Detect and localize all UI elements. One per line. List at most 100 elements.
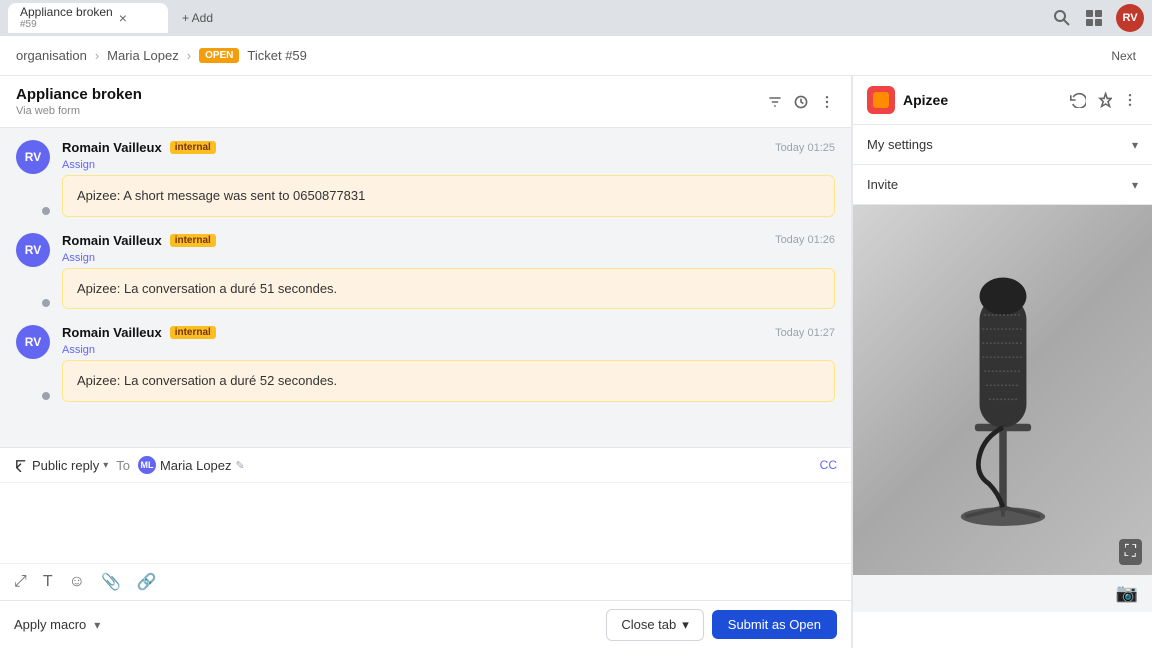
tab-close-button[interactable]: × bbox=[119, 11, 127, 25]
link-icon[interactable]: 🔗 bbox=[137, 572, 157, 592]
internal-badge: internal bbox=[170, 234, 216, 247]
reply-body-input[interactable] bbox=[0, 483, 851, 563]
close-tab-button[interactable]: Close tab ▾ bbox=[606, 609, 703, 641]
right-panel-content: My settings ▾ Invite ▾ bbox=[853, 125, 1152, 648]
chevron-down-icon: ▾ bbox=[94, 618, 100, 632]
apizee-logo bbox=[867, 86, 895, 114]
breadcrumb-ticket[interactable]: Ticket #59 bbox=[247, 48, 307, 63]
recipient-name: Maria Lopez bbox=[160, 458, 232, 473]
panel-icons bbox=[1070, 92, 1138, 108]
more-options-icon[interactable] bbox=[1122, 92, 1138, 108]
user-avatar[interactable]: RV bbox=[1116, 4, 1144, 32]
chevron-down-icon: ▾ bbox=[1132, 138, 1138, 152]
assign-link[interactable]: Assign bbox=[62, 252, 835, 264]
breadcrumb-sep2: › bbox=[187, 48, 191, 63]
top-right-icons: RV bbox=[1052, 4, 1144, 32]
reply-toolbar: ⤢ T ☺ 📎 🔗 bbox=[0, 563, 851, 600]
internal-badge: internal bbox=[170, 326, 216, 339]
message-group: RV Romain Vailleux internal Today 01:26 … bbox=[16, 233, 835, 310]
ticket-title: Appliance broken bbox=[16, 86, 767, 103]
avatar-status bbox=[40, 390, 52, 402]
ticket-title-block: Appliance broken Via web form bbox=[16, 86, 767, 117]
avatar-status bbox=[40, 205, 52, 217]
message-meta: Romain Vailleux internal Today 01:26 bbox=[62, 233, 835, 248]
ticket-header: Appliance broken Via web form bbox=[0, 76, 851, 128]
message-group: RV Romain Vailleux internal Today 01:27 … bbox=[16, 325, 835, 402]
message-author: Romain Vailleux bbox=[62, 325, 162, 340]
right-panel-header: Apizee bbox=[853, 76, 1152, 125]
add-tab-button[interactable]: + Add bbox=[172, 11, 223, 25]
invite-header[interactable]: Invite ▾ bbox=[853, 165, 1152, 204]
message-bubble: Apizee: La conversation a duré 52 second… bbox=[62, 360, 835, 402]
assign-link[interactable]: Assign bbox=[62, 344, 835, 356]
reply-header: Public reply ▾ To ML Maria Lopez ✎ CC bbox=[0, 448, 851, 483]
edit-recipient-icon[interactable]: ✎ bbox=[236, 459, 245, 472]
panel-title: Apizee bbox=[903, 92, 948, 108]
accordion-invite: Invite ▾ bbox=[853, 165, 1152, 205]
right-panel: Apizee My settings ▾ Invite ▾ bbox=[852, 76, 1152, 648]
expand-icon[interactable]: ⤢ bbox=[14, 573, 27, 591]
main-layout: Appliance broken Via web form RV Romain … bbox=[0, 76, 1152, 648]
tab-subtitle: #59 bbox=[20, 19, 113, 31]
tab-bar: Appliance broken #59 × + Add RV bbox=[0, 0, 1152, 36]
my-settings-header[interactable]: My settings ▾ bbox=[853, 125, 1152, 164]
camera-icon[interactable]: 📷 bbox=[1116, 583, 1138, 604]
message-bubble: Apizee: La conversation a duré 51 second… bbox=[62, 268, 835, 310]
next-button[interactable]: Next bbox=[1111, 49, 1136, 63]
breadcrumb-person[interactable]: Maria Lopez bbox=[107, 48, 179, 63]
status-badge: OPEN bbox=[199, 48, 239, 63]
message-content: Romain Vailleux internal Today 01:25 Ass… bbox=[62, 140, 835, 217]
add-tab-label: + Add bbox=[182, 11, 213, 25]
my-settings-label: My settings bbox=[867, 137, 933, 152]
reply-icon bbox=[14, 458, 28, 472]
submit-button[interactable]: Submit as Open bbox=[712, 610, 837, 639]
bottom-right-actions: Close tab ▾ Submit as Open bbox=[606, 609, 837, 641]
chevron-down-icon: ▾ bbox=[1132, 178, 1138, 192]
active-tab[interactable]: Appliance broken #59 × bbox=[8, 3, 168, 33]
message-meta: Romain Vailleux internal Today 01:27 bbox=[62, 325, 835, 340]
close-tab-label: Close tab bbox=[621, 617, 676, 632]
refresh-icon[interactable] bbox=[1070, 92, 1086, 108]
reply-area: Public reply ▾ To ML Maria Lopez ✎ CC ⤢ … bbox=[0, 447, 851, 600]
message-author: Romain Vailleux bbox=[62, 140, 162, 155]
assign-link[interactable]: Assign bbox=[62, 159, 835, 171]
avatar: RV bbox=[16, 140, 50, 174]
reply-to-label: To bbox=[116, 458, 130, 473]
search-icon[interactable] bbox=[1052, 8, 1072, 28]
messages-area: RV Romain Vailleux internal Today 01:25 … bbox=[0, 128, 851, 447]
more-options-icon[interactable] bbox=[819, 94, 835, 110]
breadcrumb: organisation › Maria Lopez › OPEN Ticket… bbox=[0, 36, 1152, 76]
recipient-badge: ML Maria Lopez ✎ bbox=[138, 456, 245, 474]
avatar-wrap: RV bbox=[16, 233, 52, 310]
apply-macro-button[interactable]: Apply macro ▾ bbox=[14, 617, 100, 632]
image-container: ⛶ 📷 bbox=[853, 205, 1152, 612]
breadcrumb-org[interactable]: organisation bbox=[16, 48, 87, 63]
message-group: RV Romain Vailleux internal Today 01:25 … bbox=[16, 140, 835, 217]
reply-type-label: Public reply bbox=[32, 458, 99, 473]
chevron-down-icon: ▾ bbox=[103, 460, 108, 471]
emoji-icon[interactable]: ☺ bbox=[69, 573, 85, 591]
avatar-wrap: RV bbox=[16, 140, 52, 217]
reply-type-selector[interactable]: Public reply ▾ bbox=[14, 458, 108, 473]
recipient-avatar: ML bbox=[138, 456, 156, 474]
bottom-bar: Apply macro ▾ Close tab ▾ Submit as Open bbox=[0, 600, 851, 648]
submit-label: Submit as Open bbox=[728, 617, 821, 632]
message-time: Today 01:27 bbox=[775, 327, 835, 339]
message-author: Romain Vailleux bbox=[62, 233, 162, 248]
text-format-icon[interactable]: T bbox=[43, 573, 53, 591]
apizee-logo-inner bbox=[873, 92, 889, 108]
ticket-header-icons bbox=[767, 94, 835, 110]
filter-icon[interactable] bbox=[767, 94, 783, 110]
history-icon[interactable] bbox=[793, 94, 809, 110]
microphone-image: ⛶ bbox=[853, 205, 1152, 575]
attachment-icon[interactable]: 📎 bbox=[101, 572, 121, 592]
invite-label: Invite bbox=[867, 177, 898, 192]
cc-button[interactable]: CC bbox=[820, 458, 837, 472]
apply-macro-label: Apply macro bbox=[14, 617, 86, 632]
apps-icon[interactable] bbox=[1084, 8, 1104, 28]
pin-icon[interactable] bbox=[1096, 92, 1112, 108]
expand-image-icon[interactable]: ⛶ bbox=[1119, 539, 1142, 565]
ticket-panel: Appliance broken Via web form RV Romain … bbox=[0, 76, 852, 648]
accordion-my-settings: My settings ▾ bbox=[853, 125, 1152, 165]
tab-title: Appliance broken bbox=[20, 5, 113, 19]
